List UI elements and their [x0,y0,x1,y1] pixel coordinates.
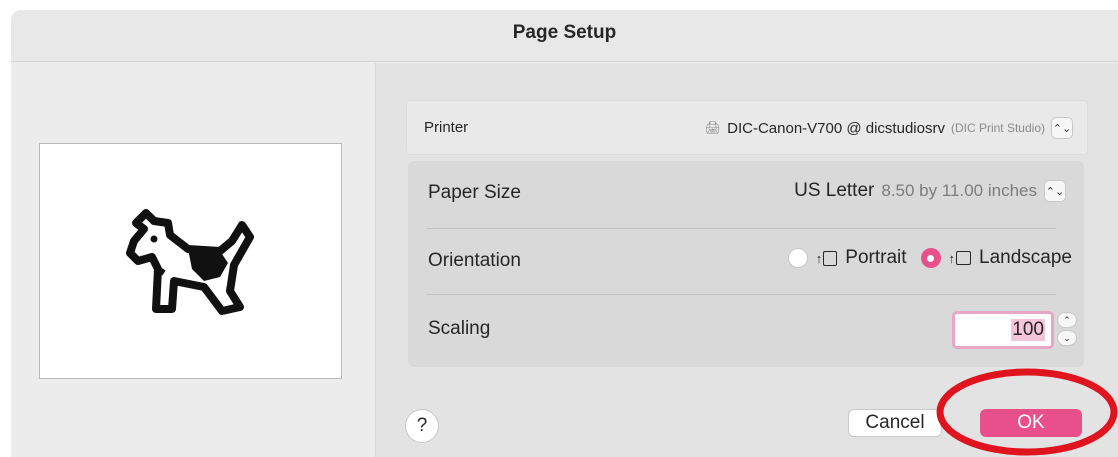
printer-location: (DIC Print Studio) [950,121,1045,135]
ok-button[interactable]: OK [980,409,1082,437]
orientation-label: Orientation [428,250,521,271]
chevron-up-icon[interactable]: ⌃ [1057,312,1077,328]
cancel-button[interactable]: Cancel [848,409,942,437]
printer-label: Printer [424,119,469,136]
orientation-options: ↑ Portrait ↑ Landscape [787,247,1072,269]
landscape-radio[interactable] [920,248,941,268]
chevron-updown-icon[interactable]: ⌃⌄ [1044,180,1066,202]
dialog-title: Page Setup [512,22,617,43]
scaling-value: 100 [1011,319,1045,341]
scaling-label: Scaling [428,318,491,339]
title-bar: Page Setup [11,10,1118,62]
portrait-radio[interactable] [787,248,808,268]
chevron-down-icon[interactable]: ⌄ [1057,330,1077,346]
printer-row: Printer 🖨 DIC-Canon-V700 @ dicstudiosrv … [406,100,1088,155]
paper-size-label: Paper Size [428,182,521,203]
divider [426,294,1056,295]
scaling-input[interactable]: 100 [952,311,1054,349]
page-setup-dialog: Page Setup Printer 🖨 DIC-Canon-V700 @ di… [11,10,1118,457]
preview-pane [11,63,375,457]
printer-name: DIC-Canon-V700 @ dicstudiosrv [727,119,945,137]
settings-box: Paper Size US Letter 8.50 by 11.00 inche… [408,161,1084,367]
scaling-stepper[interactable]: ⌃ ⌄ [1057,312,1077,346]
dogcow-icon [126,209,254,315]
paper-size-value: US Letter [794,180,875,201]
portrait-orientation-icon: ↑ [816,250,838,266]
orientation-row: Orientation ↑ Portrait ↑ Landscape [408,229,1084,295]
scaling-row: Scaling 100 ⌃ ⌄ [408,297,1084,363]
paper-size-row: Paper Size US Letter 8.50 by 11.00 inche… [408,161,1084,227]
settings-pane: Printer 🖨 DIC-Canon-V700 @ dicstudiosrv … [375,63,1118,457]
chevron-updown-icon[interactable]: ⌃⌄ [1051,117,1073,139]
printer-select[interactable]: 🖨 DIC-Canon-V700 @ dicstudiosrv (DIC Pri… [705,117,1073,139]
paper-size-select[interactable]: US Letter 8.50 by 11.00 inches ⌃⌄ [794,180,1066,202]
printer-icon: 🖨 [704,120,722,135]
paper-size-dimensions: 8.50 by 11.00 inches [881,181,1037,200]
page-preview [39,143,342,379]
help-button[interactable]: ? [405,409,439,443]
portrait-label[interactable]: Portrait [845,247,906,269]
landscape-label[interactable]: Landscape [979,247,1072,269]
landscape-orientation-icon: ↑ [949,251,972,266]
